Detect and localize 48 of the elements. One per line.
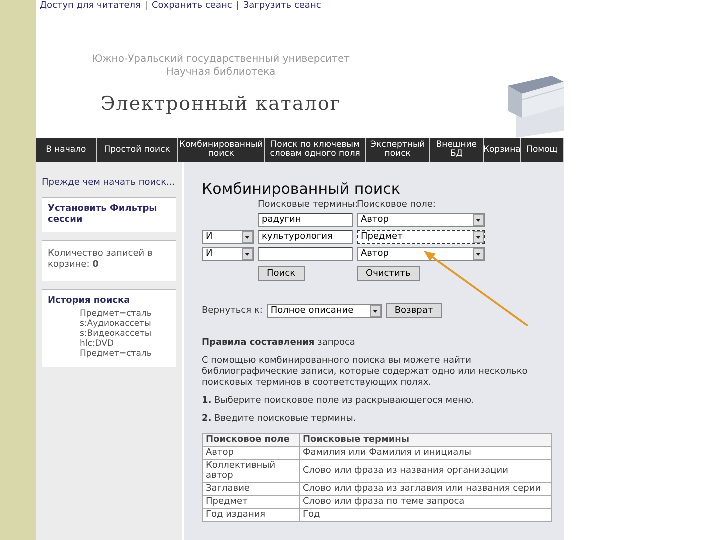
history-item[interactable]: Предмет=сталь xyxy=(48,349,170,359)
header-link[interactable]: Сохранить сеанс xyxy=(152,1,232,11)
intro-link[interactable]: Прежде чем начать поиск... xyxy=(42,168,176,189)
table-cell: Слово или фраза по теме запроса xyxy=(300,496,552,508)
university-name: Южно-Уральский государственный университет xyxy=(92,53,350,66)
table-cell: Предмет xyxy=(202,496,300,508)
table-cell: Заглавие xyxy=(202,482,300,496)
table-cell: Коллективный автор xyxy=(202,460,300,482)
library-name: Научная библиотека xyxy=(166,66,276,79)
header-link[interactable]: Доступ для читателя xyxy=(40,1,141,11)
page-heading: Комбинированный поиск xyxy=(202,180,402,198)
basket-count: Количество записей в корзине: 0 xyxy=(48,249,153,270)
table-cell: Автор xyxy=(202,446,300,460)
rules-step: 2. Введите поисковые термины. xyxy=(202,414,552,425)
return-button[interactable]: Возврат xyxy=(386,303,442,318)
table-header: Поисковое поле xyxy=(202,434,300,446)
table-cell: Год издания xyxy=(202,508,300,522)
term-input[interactable]: радугин xyxy=(258,213,353,227)
table-cell: Фамилия или Фамилия и инициалы xyxy=(300,446,552,460)
search-button[interactable]: Поиск xyxy=(258,266,305,281)
catalog-title: Электронный каталог xyxy=(100,93,342,115)
history-item[interactable]: s:Видеокассеты xyxy=(48,329,170,339)
field-select[interactable]: Предмет xyxy=(357,230,485,244)
rules-heading: Правила составления запроса xyxy=(202,338,356,349)
table-cell: Слово или фраза из заглавия или названия серии xyxy=(300,482,552,496)
rules-step: 1. Выберите поисковое поле из раскрывающегося меню. xyxy=(202,396,552,407)
table-cell: Год xyxy=(300,508,552,522)
link-separator: | xyxy=(144,1,148,11)
term-input[interactable] xyxy=(258,247,353,261)
rules-intro: С помощью комбинированного поиска вы можете найти библиографические записи, которые содержат одно или несколько поисковых терминов в соответствующих полях. xyxy=(202,356,529,389)
history-item[interactable]: Предмет=сталь xyxy=(48,309,170,319)
history-title: История поиска xyxy=(48,296,132,307)
link-separator: | xyxy=(236,1,240,11)
clear-button[interactable]: Очистить xyxy=(357,266,420,281)
return-label: Вернуться к: xyxy=(202,306,263,316)
history-item[interactable]: hlc:DVD xyxy=(48,339,170,349)
history-item[interactable]: s:Аудиокассеты xyxy=(48,319,170,329)
field-select[interactable]: Автор xyxy=(357,213,485,227)
term-input[interactable]: культурология xyxy=(258,230,353,244)
field-select[interactable]: Автор xyxy=(357,247,485,261)
operator-select[interactable]: И xyxy=(202,247,254,261)
table-cell: Слово или фраза из названия организации xyxy=(300,460,552,482)
table-header: Поисковые термины xyxy=(300,434,552,446)
header-link[interactable]: Загрузить сеанс xyxy=(243,1,322,11)
return-select[interactable]: Полное описание xyxy=(266,304,382,318)
operator-select[interactable]: И xyxy=(202,230,254,244)
field-label: Поисковое поле: xyxy=(357,200,437,210)
filters-link[interactable]: Установить Фильтры сессии xyxy=(48,204,170,226)
